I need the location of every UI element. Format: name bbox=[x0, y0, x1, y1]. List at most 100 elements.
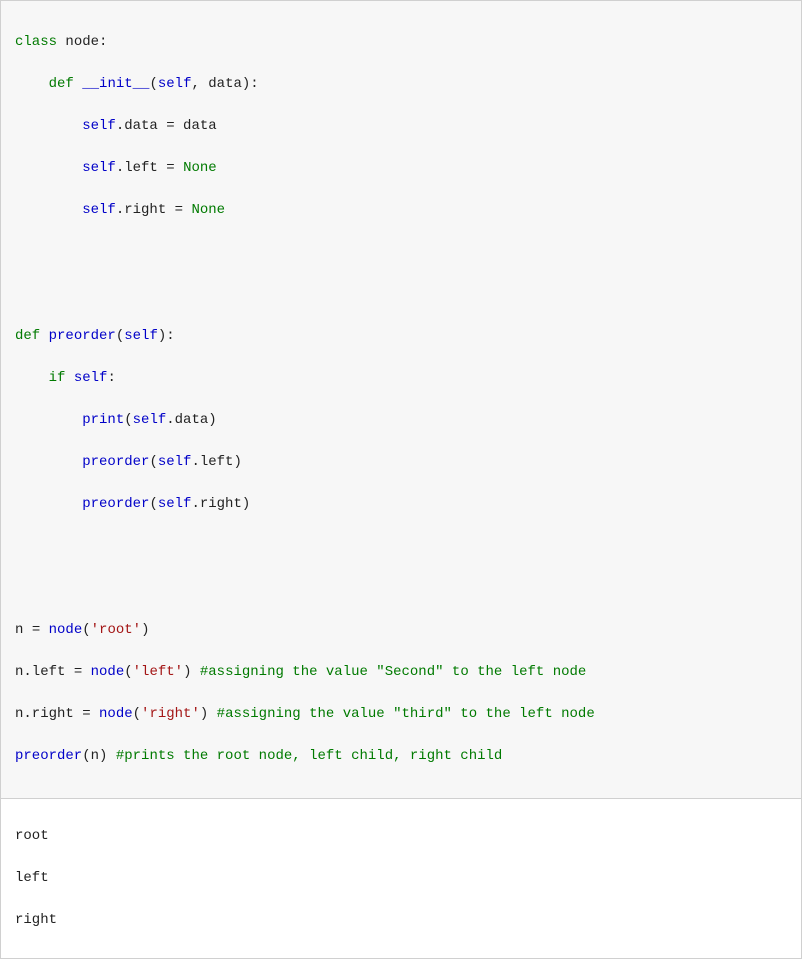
string: 'right' bbox=[141, 706, 200, 722]
comment: #assigning the value "Second" to the lef… bbox=[200, 664, 586, 680]
indent bbox=[15, 118, 82, 134]
code-line: preorder(self.right) bbox=[15, 494, 787, 515]
text: .data) bbox=[166, 412, 216, 428]
code-line: self.left = None bbox=[15, 158, 787, 179]
code-block: class node: def __init__(self, data): se… bbox=[0, 0, 802, 799]
code-line: n.right = node('right') #assigning the v… bbox=[15, 704, 787, 725]
indent bbox=[15, 370, 49, 386]
text: ( bbox=[149, 454, 157, 470]
text: .right bbox=[116, 202, 175, 218]
code-line: def preorder(self): bbox=[15, 326, 787, 347]
text bbox=[40, 622, 48, 638]
operator: = bbox=[166, 160, 174, 176]
text bbox=[208, 706, 216, 722]
self: self bbox=[82, 118, 116, 134]
code-line: preorder(self.left) bbox=[15, 452, 787, 473]
indent bbox=[15, 454, 82, 470]
comment: #assigning the value "third" to the left… bbox=[217, 706, 595, 722]
self: self bbox=[74, 370, 108, 386]
indent bbox=[15, 496, 82, 512]
text: ( bbox=[149, 76, 157, 92]
self: self bbox=[158, 496, 192, 512]
output-block: root left right bbox=[0, 799, 802, 959]
self: self bbox=[124, 328, 158, 344]
operator: = bbox=[74, 664, 82, 680]
text: ( bbox=[116, 328, 124, 344]
string: 'root' bbox=[91, 622, 141, 638]
text: .right) bbox=[191, 496, 250, 512]
indent bbox=[15, 76, 49, 92]
comment: #prints the root node, left child, right… bbox=[116, 748, 502, 764]
output-line: left bbox=[15, 868, 787, 889]
text bbox=[40, 328, 48, 344]
code-line: n = node('root') bbox=[15, 620, 787, 641]
operator: = bbox=[166, 118, 174, 134]
text: ): bbox=[158, 328, 175, 344]
keyword: None bbox=[183, 160, 217, 176]
text bbox=[191, 664, 199, 680]
identifier: n bbox=[15, 622, 32, 638]
text: ( bbox=[124, 664, 132, 680]
code-line: def __init__(self, data): bbox=[15, 74, 787, 95]
identifier: node: bbox=[65, 34, 107, 50]
blank-line bbox=[15, 242, 787, 263]
text: ( bbox=[133, 706, 141, 722]
function-name: preorder bbox=[82, 454, 149, 470]
operator: = bbox=[82, 706, 90, 722]
indent bbox=[15, 412, 82, 428]
text: ( bbox=[82, 622, 90, 638]
text bbox=[65, 370, 73, 386]
self: self bbox=[158, 454, 192, 470]
keyword: if bbox=[49, 370, 66, 386]
identifier: n.left bbox=[15, 664, 74, 680]
identifier: n.right bbox=[15, 706, 82, 722]
self: self bbox=[82, 160, 116, 176]
code-line: self.data = data bbox=[15, 116, 787, 137]
text: ) bbox=[141, 622, 149, 638]
code-line: self.right = None bbox=[15, 200, 787, 221]
text bbox=[175, 160, 183, 176]
code-line: print(self.data) bbox=[15, 410, 787, 431]
self: self bbox=[82, 202, 116, 218]
operator: = bbox=[175, 202, 183, 218]
keyword: class bbox=[15, 34, 57, 50]
text: .left) bbox=[191, 454, 241, 470]
text: .data bbox=[116, 118, 166, 134]
string: 'left' bbox=[133, 664, 183, 680]
text bbox=[91, 706, 99, 722]
function-name: node bbox=[99, 706, 133, 722]
blank-line bbox=[15, 578, 787, 599]
operator: = bbox=[32, 622, 40, 638]
text: (n) bbox=[82, 748, 107, 764]
text: .left bbox=[116, 160, 166, 176]
output-line: root bbox=[15, 826, 787, 847]
code-line: class node: bbox=[15, 32, 787, 53]
code-line: preorder(n) #prints the root node, left … bbox=[15, 746, 787, 767]
function-name: node bbox=[49, 622, 83, 638]
text: : bbox=[107, 370, 115, 386]
text bbox=[107, 748, 115, 764]
code-line: if self: bbox=[15, 368, 787, 389]
text bbox=[82, 664, 90, 680]
text: , data): bbox=[191, 76, 258, 92]
blank-line bbox=[15, 284, 787, 305]
function-name: preorder bbox=[15, 748, 82, 764]
keyword: None bbox=[191, 202, 225, 218]
text: ( bbox=[149, 496, 157, 512]
text: ) bbox=[183, 664, 191, 680]
text: ( bbox=[124, 412, 132, 428]
blank-line bbox=[15, 536, 787, 557]
code-line: n.left = node('left') #assigning the val… bbox=[15, 662, 787, 683]
output-line: right bbox=[15, 910, 787, 931]
keyword: def bbox=[49, 76, 74, 92]
text bbox=[74, 76, 82, 92]
function-name: node bbox=[91, 664, 125, 680]
function-name: preorder bbox=[49, 328, 116, 344]
self: self bbox=[133, 412, 167, 428]
text: data bbox=[175, 118, 217, 134]
text: ) bbox=[200, 706, 208, 722]
function-name: print bbox=[82, 412, 124, 428]
keyword: def bbox=[15, 328, 40, 344]
function-name: preorder bbox=[82, 496, 149, 512]
self: self bbox=[158, 76, 192, 92]
